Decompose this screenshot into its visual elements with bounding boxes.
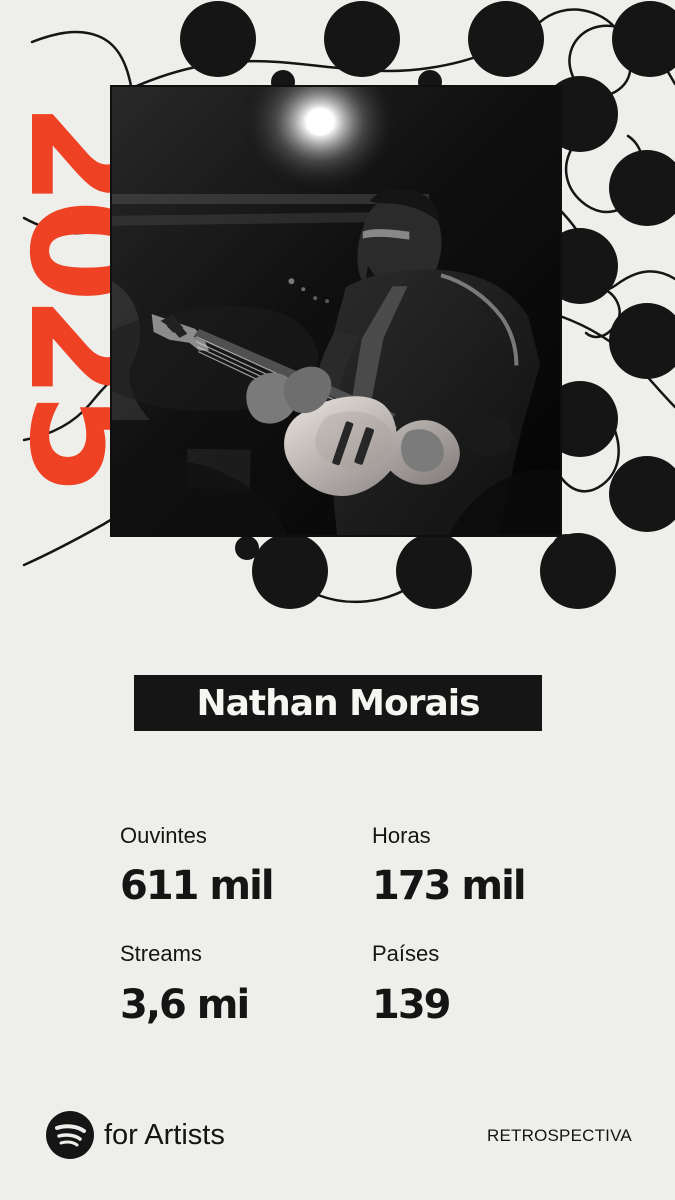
decor-dot bbox=[468, 1, 544, 77]
decor-dot bbox=[612, 1, 675, 77]
decor-dot bbox=[609, 456, 675, 532]
artist-photo-frame bbox=[110, 85, 562, 537]
decor-dot bbox=[252, 533, 328, 609]
artist-photo bbox=[112, 87, 560, 535]
decor-line bbox=[584, 287, 621, 339]
retrospectiva-label: RETROSPECTIVA bbox=[487, 1126, 632, 1145]
decor-dot bbox=[235, 536, 259, 560]
stat-label: Países bbox=[372, 941, 440, 966]
spotify-icon bbox=[46, 1111, 94, 1159]
stat-value: 3,6 mi bbox=[120, 982, 250, 1028]
decor-dot bbox=[609, 303, 675, 379]
decor-line bbox=[130, 8, 675, 98]
stat-value: 611 mil bbox=[120, 863, 275, 909]
spotify-for-artists-logo: for Artists bbox=[46, 1111, 225, 1159]
decor-line bbox=[239, 542, 414, 604]
decor-dot bbox=[180, 1, 256, 77]
decor-dot bbox=[396, 533, 472, 609]
for-artists-label: for Artists bbox=[104, 1119, 225, 1151]
stat-label: Horas bbox=[372, 823, 431, 848]
decor-dot bbox=[609, 150, 675, 226]
decor-dot bbox=[324, 1, 400, 77]
decor-line bbox=[558, 208, 675, 293]
decor-line bbox=[558, 390, 620, 493]
stat-value: 139 bbox=[372, 982, 451, 1028]
stat-value: 173 mil bbox=[372, 863, 527, 909]
decor-line bbox=[558, 94, 645, 214]
stat-label: Streams bbox=[120, 941, 202, 966]
artist-name-box: Nathan Morais bbox=[134, 675, 542, 731]
artist-name: Nathan Morais bbox=[196, 682, 480, 724]
stat-label: Ouvintes bbox=[120, 823, 207, 848]
decor-line bbox=[558, 314, 675, 409]
wrapped-card: 2025 Nathan Morais Ouvintes 611 mil Hora… bbox=[0, 0, 675, 1200]
decor-dot bbox=[540, 533, 616, 609]
decor-dot bbox=[552, 534, 580, 562]
